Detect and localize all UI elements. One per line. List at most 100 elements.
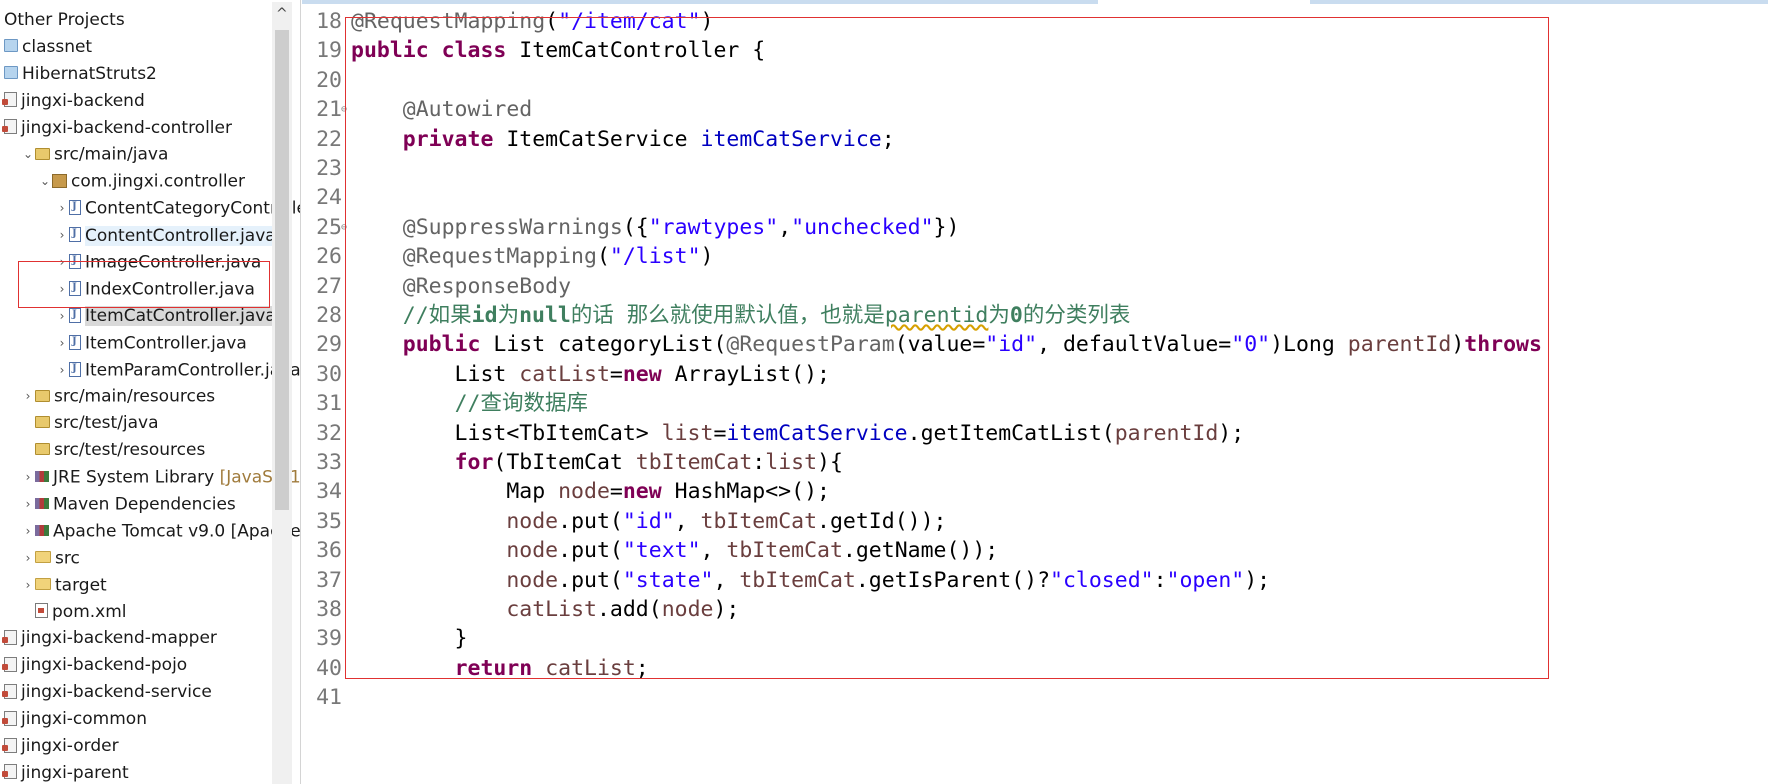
tree-item[interactable]: src/test/resources bbox=[0, 437, 300, 464]
tree-item-label: ItemCatController.java bbox=[85, 306, 276, 327]
project-explorer: Other Projects classnet HibernatStruts2 jin… bbox=[0, 0, 301, 784]
line-number: 40 bbox=[316, 655, 342, 681]
line-number: 35 bbox=[316, 508, 342, 534]
tree-item-label: HibernatStruts2 bbox=[22, 63, 157, 84]
project-icon bbox=[4, 66, 18, 80]
maven-project-icon bbox=[2, 629, 17, 645]
tree-item[interactable]: jingxi-backend-controller bbox=[0, 115, 300, 142]
chevron-down-icon[interactable]: ⌄ bbox=[21, 141, 35, 168]
line-number: 19 bbox=[316, 38, 342, 64]
java-file-icon bbox=[69, 221, 81, 248]
line-number: 27 bbox=[316, 273, 342, 299]
scroll-up-arrow-icon[interactable]: ^ bbox=[276, 6, 288, 22]
chevron-right-icon[interactable]: › bbox=[21, 545, 35, 572]
tree-item[interactable]: ›JRE System Library [JavaSE-1.8] bbox=[0, 464, 300, 491]
tree-item[interactable]: jingxi-order bbox=[0, 733, 300, 760]
maven-project-icon bbox=[2, 119, 17, 135]
tree-item-label: Other Projects bbox=[4, 10, 125, 30]
tree-item[interactable]: HibernatStruts2 bbox=[0, 61, 300, 88]
line-number: 41 bbox=[316, 685, 342, 711]
tree-item-label: Apache Tomcat v9.0 [Apache Tomcat v9.0] bbox=[53, 521, 301, 542]
line-number: 38 bbox=[316, 597, 342, 622]
editor-tab-strip[interactable] bbox=[302, 0, 1768, 4]
line-number: 21 bbox=[316, 97, 342, 123]
tree-item[interactable]: ⌄ src/main/java bbox=[0, 141, 300, 168]
tree-item-label: src/test/java bbox=[54, 413, 159, 434]
tree-item[interactable]: jingxi-backend-mapper bbox=[0, 625, 300, 652]
chevron-right-icon[interactable]: › bbox=[21, 572, 35, 599]
tree-item[interactable]: › src/main/resources bbox=[0, 383, 300, 410]
java-file-icon bbox=[69, 356, 81, 382]
tree-item[interactable]: › Apache Tomcat v9.0 [Apache Tomcat v9.0] bbox=[0, 518, 301, 545]
maven-project-icon bbox=[2, 737, 17, 753]
tree-item-label: ItemParamController.java bbox=[85, 360, 301, 381]
tree-item[interactable]: ⌄ com.jingxi.controller bbox=[0, 168, 300, 195]
line-number: 26 bbox=[316, 244, 342, 270]
tree-item[interactable]: › target bbox=[0, 572, 300, 599]
tree-item[interactable]: › ItemParamController.java bbox=[0, 356, 301, 384]
tree-item-label: classnet bbox=[22, 36, 93, 57]
chevron-right-icon[interactable]: › bbox=[21, 491, 35, 518]
library-icon bbox=[35, 497, 49, 509]
tree-item[interactable]: jingxi-common bbox=[0, 706, 300, 733]
tree-item[interactable]: › src bbox=[0, 545, 300, 572]
tree-item[interactable]: src/test/java bbox=[0, 410, 300, 437]
chevron-down-icon[interactable]: ⌄ bbox=[38, 168, 52, 195]
line-number: 37 bbox=[316, 567, 342, 593]
tree-item[interactable]: pom.xml bbox=[0, 599, 300, 626]
chevron-right-icon[interactable]: › bbox=[55, 222, 69, 249]
editor-active-tab[interactable] bbox=[1098, 0, 1310, 4]
tree-item[interactable]: › ContentController.java bbox=[0, 221, 300, 249]
explorer-scrollbar-thumb[interactable] bbox=[275, 30, 289, 510]
tree-item-label: target bbox=[55, 575, 107, 596]
chevron-right-icon[interactable]: › bbox=[21, 518, 35, 545]
tree-item[interactable]: jingxi-parent bbox=[0, 760, 300, 784]
chevron-right-icon[interactable]: › bbox=[21, 383, 35, 410]
library-icon bbox=[35, 471, 49, 483]
line-number: 36 bbox=[316, 538, 342, 564]
line-number: 30 bbox=[316, 361, 342, 387]
line-number: 23 bbox=[316, 156, 342, 181]
chevron-right-icon[interactable]: › bbox=[55, 357, 69, 384]
tree-item[interactable]: Other Projects bbox=[0, 7, 300, 34]
tree-item-label: JRE System Library bbox=[53, 467, 215, 488]
tree-item[interactable]: jingxi-backend-service bbox=[0, 679, 300, 706]
source-folder-icon bbox=[35, 416, 50, 429]
maven-project-icon bbox=[2, 92, 17, 108]
maven-project-icon bbox=[2, 710, 17, 726]
maven-project-icon bbox=[2, 656, 17, 672]
line-number: 18 bbox=[316, 9, 342, 34]
folder-icon bbox=[35, 578, 51, 591]
maven-project-icon bbox=[2, 683, 17, 699]
tree-item-label: jingxi-backend-controller bbox=[21, 117, 232, 138]
tree-item[interactable]: › ItemController.java bbox=[0, 329, 300, 357]
line-number: 28 bbox=[316, 303, 342, 328]
line-number: 32 bbox=[316, 420, 342, 446]
tree-item-label: Maven Dependencies bbox=[53, 494, 236, 515]
tree-item[interactable]: classnet bbox=[0, 34, 300, 61]
tree-item[interactable]: jingxi-backend-pojo bbox=[0, 652, 300, 679]
xml-file-icon bbox=[35, 603, 48, 619]
tree-item-label: src/main/java bbox=[54, 144, 169, 165]
tree-item-label: jingxi-backend bbox=[21, 90, 145, 111]
chevron-right-icon[interactable]: › bbox=[55, 195, 69, 222]
tree-item[interactable]: jingxi-backend bbox=[0, 88, 300, 115]
tree-item-label: ItemController.java bbox=[85, 333, 247, 354]
java-file-icon bbox=[69, 302, 81, 329]
tree-item-label: jingxi-parent bbox=[21, 762, 129, 783]
chevron-right-icon[interactable]: › bbox=[55, 330, 69, 357]
line-number: 24 bbox=[316, 185, 342, 211]
line-number: 25 bbox=[316, 214, 342, 240]
maven-project-icon bbox=[2, 764, 17, 780]
chevron-right-icon[interactable]: › bbox=[21, 464, 35, 491]
tree-item-label: ContentController.java bbox=[85, 225, 276, 246]
annotation-code-highlight-box bbox=[345, 17, 1549, 679]
source-folder-icon bbox=[35, 389, 50, 402]
source-folder-icon bbox=[35, 443, 50, 456]
line-number: 22 bbox=[316, 126, 342, 152]
java-file-icon bbox=[69, 194, 81, 221]
line-number: 29 bbox=[316, 332, 342, 358]
tree-item[interactable]: › Maven Dependencies bbox=[0, 491, 300, 518]
tree-item[interactable]: › ContentCategoryController.java bbox=[0, 194, 300, 222]
line-number: 20 bbox=[316, 67, 342, 93]
